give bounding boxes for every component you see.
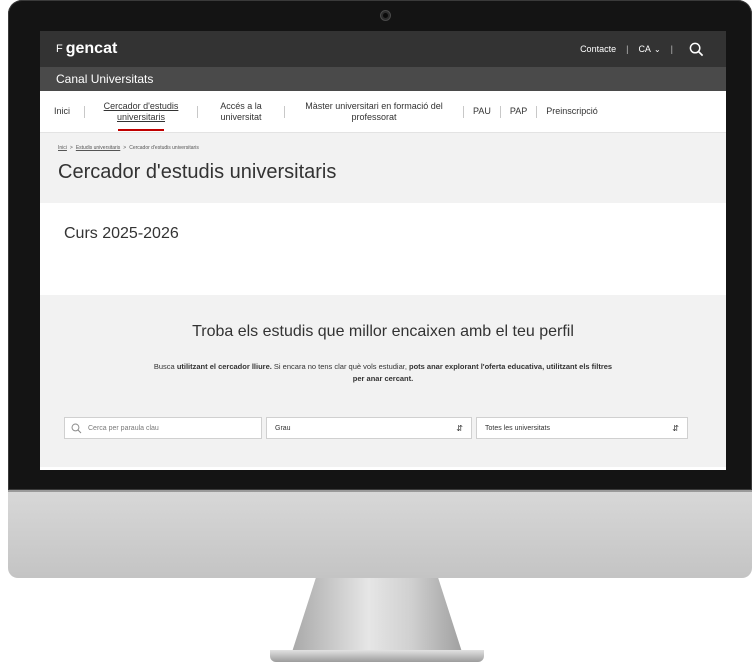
gencat-logo[interactable]: F gencat xyxy=(56,40,117,58)
breadcrumb-studies[interactable]: Estudis universitaris xyxy=(76,145,120,151)
nav-label: Accés a la universitat xyxy=(220,100,262,122)
nav-item-inici[interactable]: Inici xyxy=(40,106,84,117)
browser-screen: F gencat Contacte | CA ⌄ | Canal Universi… xyxy=(40,31,726,470)
search-section: Troba els estudis que millor encaixen am… xyxy=(40,295,726,467)
contact-link[interactable]: Contacte xyxy=(580,44,616,54)
language-selector[interactable]: CA ⌄ xyxy=(638,44,660,54)
main-nav: Inici Cercador d'estudis universitaris A… xyxy=(40,91,726,133)
intro-text: Si encara no tens clar què vols estudiar… xyxy=(271,362,410,371)
breadcrumb-separator: > xyxy=(69,145,73,151)
breadcrumb-home[interactable]: Inici xyxy=(58,145,67,151)
chevron-down-icon: ⌄ xyxy=(653,45,661,54)
intro-bold: utilitzant el cercador lliure. xyxy=(176,362,272,371)
top-actions: Contacte | CA ⌄ | xyxy=(580,31,704,67)
nav-item-cercador[interactable]: Cercador d'estudis universitaris xyxy=(85,101,197,123)
nav-label: Inici xyxy=(54,106,71,116)
page-title: Cercador d'estudis universitaris xyxy=(58,161,337,183)
nav-label: Cercador d'estudis universitaris xyxy=(103,100,179,122)
select-arrows-icon: ⇵ xyxy=(456,423,463,433)
breadcrumb-current: Cercador d'estudis universitaris xyxy=(129,145,199,151)
divider: | xyxy=(626,44,629,54)
search-icon xyxy=(71,423,82,433)
monitor-stand-base xyxy=(270,650,484,662)
search-icon[interactable] xyxy=(689,42,704,57)
chin-divider xyxy=(8,490,752,492)
intro-text: Busca xyxy=(153,362,177,371)
search-filters: Cerca per paraula clau Grau ⇵ Totes les … xyxy=(64,417,688,439)
nav-label: PAP xyxy=(509,106,528,116)
nav-item-acces[interactable]: Accés a la universitat xyxy=(198,101,284,123)
degree-type-select[interactable]: Grau ⇵ xyxy=(266,417,472,439)
monitor-stand xyxy=(292,578,462,652)
channel-bar: Canal Universitats xyxy=(40,67,726,91)
breadcrumb-separator: > xyxy=(123,145,127,151)
degree-type-value: Grau xyxy=(275,424,291,432)
nav-item-pap[interactable]: PAP xyxy=(501,106,536,117)
gencat-logo-text: gencat xyxy=(65,40,118,57)
university-value: Totes les universitats xyxy=(485,424,550,432)
search-headline: Troba els estudis que millor encaixen am… xyxy=(192,323,574,340)
channel-title[interactable]: Canal Universitats xyxy=(56,72,153,86)
keyword-search-input[interactable]: Cerca per paraula clau xyxy=(64,417,262,439)
nav-item-pau[interactable]: PAU xyxy=(464,106,500,117)
search-placeholder: Cerca per paraula clau xyxy=(88,424,159,432)
nav-label: PAU xyxy=(473,106,491,116)
top-bar: F gencat Contacte | CA ⌄ | xyxy=(40,31,726,67)
nav-label: Preinscripció xyxy=(546,106,598,116)
course-year: Curs 2025-2026 xyxy=(64,225,179,242)
page-header: Inici > Estudis universitaris > Cercador… xyxy=(40,133,726,203)
gencat-logo-mark: F xyxy=(56,43,63,55)
monitor-chin xyxy=(8,490,752,578)
nav-label: Màster universitari en formació del prof… xyxy=(305,100,443,122)
university-select[interactable]: Totes les universitats ⇵ xyxy=(476,417,688,439)
language-label: CA xyxy=(638,44,651,54)
divider: | xyxy=(670,44,673,54)
nav-item-master[interactable]: Màster universitari en formació del prof… xyxy=(285,101,463,123)
nav-item-preinscripcio[interactable]: Preinscripció xyxy=(537,106,607,117)
camera-icon xyxy=(380,10,391,21)
breadcrumb: Inici > Estudis universitaris > Cercador… xyxy=(58,133,708,151)
select-arrows-icon: ⇵ xyxy=(672,423,679,433)
search-intro: Busca utilitzant el cercador lliure. Si … xyxy=(148,361,618,385)
